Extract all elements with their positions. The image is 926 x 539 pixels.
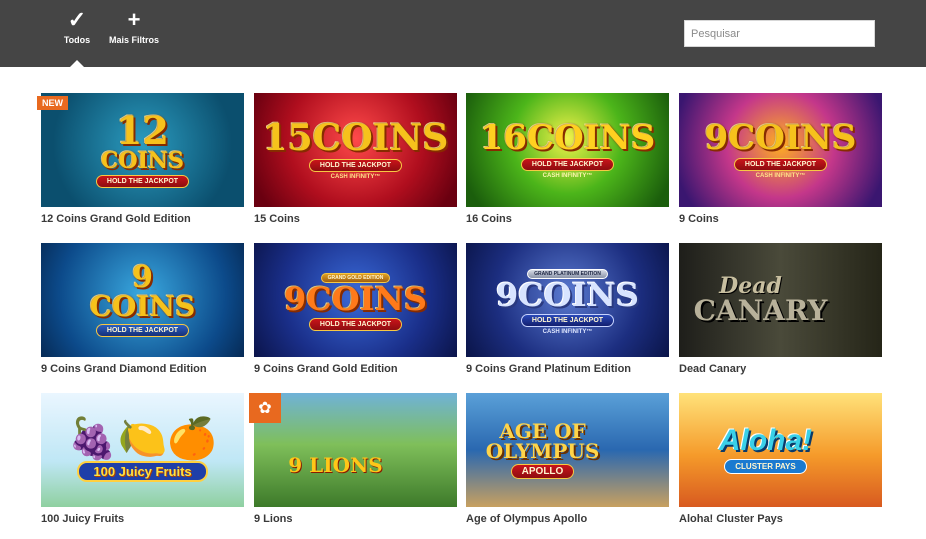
game-card-12-coins[interactable]: 12 COINS HOLD THE JACKPOT 12 Coins Grand… [41,93,244,225]
game-title[interactable]: 9 Coins Grand Diamond Edition [41,363,244,375]
game-tagline: HOLD THE JACKPOT [733,158,828,171]
game-card-9-coins-grand-diamond[interactable]: 9 COINS HOLD THE JACKPOT 9 Coins Grand D… [41,243,244,375]
game-logo: 9COINS [704,118,857,158]
game-tagline: HOLD THE JACKPOT [520,313,615,327]
game-logo: 9 LIONS [288,453,383,477]
game-thumbnail[interactable]: 9COINS HOLD THE JACKPOT CASH INFINITY™ [679,93,882,207]
game-logo-number: 9 [132,260,153,295]
game-logo: COINS [89,290,196,323]
filter-mais-filtros[interactable]: + Mais Filtros [104,7,164,46]
game-card-aloha-cluster-pays[interactable]: Aloha! CLUSTER PAYS Aloha! Cluster Pays [679,393,882,525]
game-title[interactable]: 9 Coins Grand Gold Edition [254,363,457,375]
game-card-9-lions[interactable]: 9 LIONS 9 Lions [254,393,457,525]
game-logo-number: 12 [116,108,169,153]
game-thumbnail[interactable]: GRAND GOLD EDITION 9COINS HOLD THE JACKP… [254,243,457,357]
search-input[interactable] [684,20,875,47]
top-bar: ✓ Todos + Mais Filtros [0,0,926,67]
game-subtag: CASH INFINITY™ [755,173,806,179]
new-badge: NEW [37,96,68,110]
game-card-age-of-olympus-apollo[interactable]: AGE OF OLYMPUS APOLLO Age of Olympus Apo… [466,393,669,525]
checkmark-icon: ✓ [67,7,87,32]
game-subtag: CASH INFINITY™ [330,174,381,180]
game-logo-top: AGE OF [499,419,586,443]
game-tagline: HOLD THE JACKPOT [308,317,403,331]
game-tagline: HOLD THE JACKPOT [308,159,403,172]
game-logo: COINS [101,148,184,174]
game-title[interactable]: Age of Olympus Apollo [466,513,669,525]
game-thumbnail[interactable]: AGE OF OLYMPUS APOLLO [466,393,669,507]
game-card-16-coins[interactable]: 16COINS HOLD THE JACKPOT CASH INFINITY™ … [466,93,669,225]
game-thumbnail[interactable]: 🍇🍋🍊 100 Juicy Fruits [41,393,244,507]
game-subtag: CASH INFINITY™ [542,173,593,179]
game-logo: 9COINS [496,275,639,314]
game-tagline: HOLD THE JACKPOT [520,158,615,171]
game-title[interactable]: 9 Coins Grand Platinum Edition [466,363,669,375]
game-logo: 9COINS [284,279,427,318]
game-logo: 16COINS [479,118,656,158]
game-card-9-coins-grand-platinum[interactable]: GRAND PLATINUM EDITION 9COINS HOLD THE J… [466,243,669,375]
game-logo: OLYMPUS [485,439,600,463]
game-card-15-coins[interactable]: 15COINS HOLD THE JACKPOT CASH INFINITY™ … [254,93,457,225]
game-title[interactable]: 12 Coins Grand Gold Edition [41,213,244,225]
game-thumbnail[interactable]: 15COINS HOLD THE JACKPOT CASH INFINITY™ [254,93,457,207]
filter-todos[interactable]: ✓ Todos [47,7,107,46]
game-thumbnail[interactable]: 9 COINS HOLD THE JACKPOT [41,243,244,357]
game-tagline: CLUSTER PAYS [724,459,807,474]
clover-icon: ✿ [249,393,281,423]
game-card-9-coins[interactable]: 9COINS HOLD THE JACKPOT CASH INFINITY™ 9… [679,93,882,225]
fruits-illustration: 🍇🍋🍊 [67,416,218,461]
game-title[interactable]: Dead Canary [679,363,882,375]
game-subtag: CASH INFINITY™ [542,328,593,335]
game-title[interactable]: 15 Coins [254,213,457,225]
plus-icon: + [127,7,141,32]
game-thumbnail[interactable]: 9 LIONS [254,393,457,507]
game-logo: 15COINS [262,117,449,159]
game-thumbnail[interactable]: Dead CANARY [679,243,882,357]
game-tagline: HOLD THE JACKPOT [95,324,190,337]
filter-todos-label: Todos [63,35,91,45]
game-thumbnail[interactable]: GRAND PLATINUM EDITION 9COINS HOLD THE J… [466,243,669,357]
filter-mais-filtros-label: Mais Filtros [108,35,159,45]
game-title[interactable]: Aloha! Cluster Pays [679,513,882,525]
game-card-9-coins-grand-gold[interactable]: GRAND GOLD EDITION 9COINS HOLD THE JACKP… [254,243,457,375]
game-thumbnail[interactable]: Aloha! CLUSTER PAYS [679,393,882,507]
game-logo: 100 Juicy Fruits [77,460,208,482]
game-title[interactable]: 100 Juicy Fruits [41,513,244,525]
game-thumbnail[interactable]: 16COINS HOLD THE JACKPOT CASH INFINITY™ [466,93,669,207]
game-title[interactable]: 9 Coins [679,213,882,225]
game-card-dead-canary[interactable]: Dead CANARY Dead Canary [679,243,882,375]
active-filter-caret [70,60,84,67]
game-thumbnail[interactable]: 12 COINS HOLD THE JACKPOT [41,93,244,207]
game-logo: CANARY [693,294,828,327]
game-card-100-juicy-fruits[interactable]: 🍇🍋🍊 100 Juicy Fruits 100 Juicy Fruits [41,393,244,525]
game-tagline: APOLLO [510,464,575,479]
game-tagline: HOLD THE JACKPOT [95,175,190,188]
game-title[interactable]: 9 Lions [254,513,457,525]
game-logo: Aloha! [718,424,813,457]
game-title[interactable]: 16 Coins [466,213,669,225]
